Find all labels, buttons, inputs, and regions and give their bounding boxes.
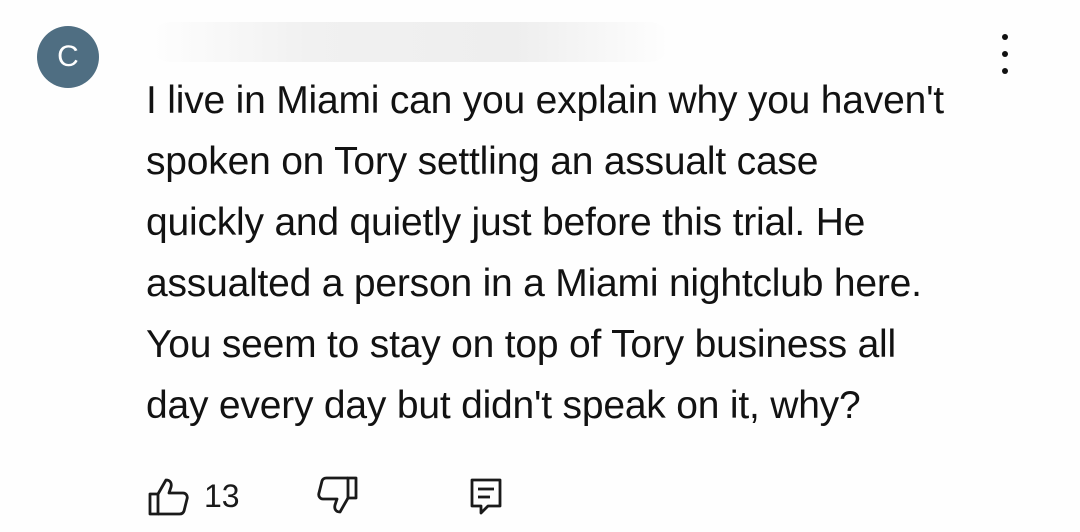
dislike-button[interactable] [316, 474, 360, 518]
author-name-redacted [150, 22, 670, 62]
like-button[interactable] [146, 474, 190, 518]
avatar[interactable]: C [37, 26, 99, 88]
reply-comment-icon [470, 478, 502, 515]
more-vertical-icon-dot [1002, 51, 1008, 57]
more-vertical-icon [1002, 34, 1008, 40]
thumbs-up-icon [148, 478, 189, 516]
comment-card: C I live in Miami can you explain why yo… [0, 0, 1080, 532]
comment-text: I live in Miami can you explain why you … [146, 79, 944, 427]
thumbs-down-icon [317, 476, 358, 514]
like-count: 13 [204, 478, 240, 514]
reply-button[interactable] [468, 476, 504, 518]
avatar-initial: C [57, 40, 79, 73]
more-options-button[interactable] [990, 34, 1020, 74]
